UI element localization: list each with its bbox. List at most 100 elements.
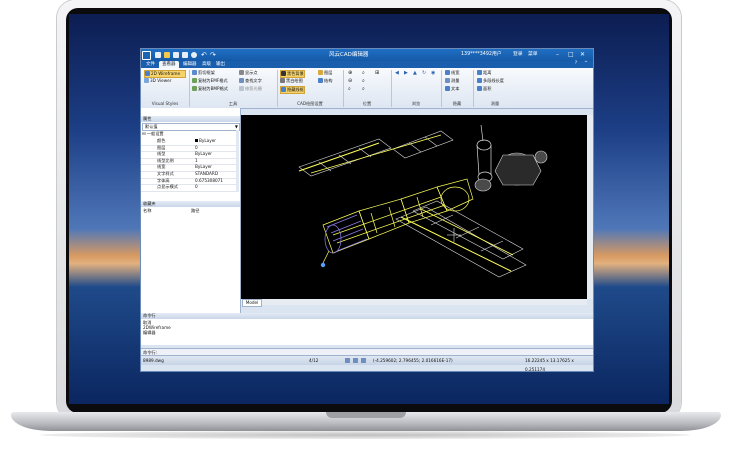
3d-viewer-icon — [144, 78, 149, 83]
print-icon[interactable] — [173, 52, 179, 58]
laptop-notch — [326, 412, 406, 418]
refresh-icon[interactable]: ↻ — [422, 70, 426, 76]
app-logo-icon — [142, 50, 151, 60]
area-button[interactable]: 面积 — [477, 86, 491, 92]
redo-icon[interactable]: ↷ — [210, 51, 216, 59]
properties-scrollbar[interactable] — [236, 130, 239, 192]
vertical-scrollbar[interactable] — [587, 115, 593, 299]
tab-advanced[interactable]: 高级 — [199, 61, 214, 68]
tab-file[interactable]: 文件 — [143, 61, 158, 68]
minimize-ribbon-icon[interactable]: ^ — [583, 61, 589, 67]
copy-emf-button[interactable]: 复制为EMF格式 — [192, 78, 228, 84]
copy-bmp-button[interactable]: 复制为BMP格式 — [192, 86, 228, 92]
black-white-button[interactable]: 黑白绘图 — [280, 78, 303, 84]
layers-icon — [318, 70, 323, 75]
horizontal-scrollbar[interactable] — [241, 299, 587, 305]
distance-icon — [477, 70, 482, 75]
text-button[interactable]: 文本 — [445, 86, 459, 92]
open-icon[interactable] — [164, 52, 170, 58]
zoom-realtime-icon[interactable]: ⌕ — [362, 86, 365, 92]
settings-icon[interactable] — [191, 52, 197, 58]
minimize-icon[interactable]: – — [556, 49, 559, 61]
black-background-button[interactable]: 黑色背景 — [280, 70, 305, 78]
polyline-length-button[interactable]: 多段线长度 — [477, 78, 504, 84]
menu-link[interactable]: 菜单 — [528, 49, 538, 61]
hide-measure-button[interactable]: 测量 — [445, 78, 459, 84]
help-icon[interactable]: ? — [573, 61, 579, 67]
zoom-out-icon[interactable]: ⊖ — [348, 78, 352, 84]
layers-button[interactable]: 图层 — [318, 70, 332, 76]
drawing-viewport[interactable] — [241, 115, 587, 299]
save-icon[interactable] — [155, 52, 161, 58]
arrow-up-icon[interactable]: ▲ — [413, 70, 417, 76]
model-tab[interactable]: Model — [242, 299, 262, 307]
ruler-icon — [445, 78, 450, 83]
group-label-browse: 浏览 — [411, 101, 421, 106]
find-text-button[interactable]: 查找文字 — [239, 78, 262, 84]
antenna-arm — [322, 250, 330, 264]
background-icon — [281, 71, 286, 76]
zoom-window-icon[interactable]: ⌕ — [348, 86, 351, 92]
zoom-extents-icon[interactable]: ⌕ — [362, 70, 365, 76]
clip-icon — [192, 70, 197, 75]
lineweight-button[interactable]: 线宽 — [445, 70, 459, 76]
favorites-column-name[interactable]: 名称 — [143, 208, 151, 214]
show-points-button[interactable]: 显示点 — [239, 70, 258, 76]
clip-frame-button[interactable]: 剪切框架 — [192, 70, 215, 76]
status-file: 8989.dwg — [143, 358, 164, 363]
area-icon — [477, 86, 482, 91]
properties-dropdown[interactable]: 默认值 ▼ — [142, 123, 240, 131]
status-bar: 8989.dwg 4/12 (-4.259602; 2.796455; 2.01… — [141, 355, 593, 372]
property-row[interactable]: 点显示模式 0 — [141, 184, 236, 192]
lineweight-icon — [445, 70, 450, 75]
preview-icon[interactable] — [182, 52, 188, 58]
group-label-hide: 隐藏 — [452, 101, 462, 106]
ortho-icon[interactable] — [361, 358, 366, 363]
status-dimensions: 16.22245 x 13.17625 x 0.251174 — [525, 358, 574, 372]
zoom-in-icon[interactable]: ⊕ — [348, 70, 352, 76]
login-link[interactable]: 登录 — [513, 49, 523, 61]
tab-editor[interactable]: 编辑器 — [180, 61, 200, 68]
section-general[interactable]: ⊟ 一般设置 — [142, 131, 164, 137]
grid-icon[interactable] — [353, 358, 358, 363]
ribbon: 2D Wireframe 3D Viewer Visual Styles 剪切框… — [141, 68, 593, 109]
snap-icon[interactable] — [345, 358, 350, 363]
close-icon[interactable]: ✕ — [580, 49, 585, 61]
space-station-drawing — [298, 124, 548, 278]
structure-icon — [318, 78, 323, 83]
structure-button[interactable]: 结构 — [318, 78, 332, 84]
distance-button[interactable]: 距离 — [477, 70, 491, 76]
antenna-node — [320, 262, 326, 268]
hide-lines-icon — [281, 87, 286, 92]
tab-output[interactable]: 输出 — [213, 61, 228, 68]
text-icon — [445, 86, 450, 91]
maximize-icon[interactable]: □ — [568, 49, 574, 61]
orbit-icon[interactable]: ◉ — [431, 70, 435, 76]
group-label-tools: 工具 — [228, 101, 238, 106]
zoom-all-icon[interactable]: ⊞ — [375, 70, 379, 76]
command-input[interactable]: 命令行: — [141, 348, 593, 355]
3d-viewer-button[interactable]: 3D Viewer — [144, 78, 171, 84]
hide-lines-button[interactable]: 隐藏线框 — [280, 86, 305, 94]
zoom-previous-icon[interactable]: ⌕ — [362, 78, 365, 84]
favorites-header: 收藏夹 — [141, 201, 240, 207]
arrow-left-icon[interactable]: ◀ — [395, 70, 399, 76]
group-label-visual-styles: Visual Styles — [151, 101, 179, 106]
solar-array-top — [298, 130, 454, 177]
2d-wireframe-button[interactable]: 2D Wireframe — [144, 70, 186, 78]
find-icon — [239, 78, 244, 83]
window-title: 风云CAD编辑器 — [329, 52, 369, 58]
trim-raster-button[interactable]: 修剪光栅 — [239, 86, 262, 92]
left-panel: 属性 默认值 ▼ ⊟ 一般设置 颜色 ByLayer 图层 0 线型 ByLayer … — [141, 108, 241, 317]
status-page: 4/12 — [309, 358, 319, 363]
arrow-right-icon[interactable]: ▶ — [404, 70, 408, 76]
favorites-column-path[interactable]: 路径 — [191, 208, 199, 214]
command-line: 编辑器 — [143, 330, 156, 335]
upper-module — [476, 124, 493, 183]
bw-icon — [280, 78, 285, 83]
user-name[interactable]: 139****3492用户 — [461, 49, 502, 61]
tab-viewer[interactable]: 查看器 — [159, 61, 179, 68]
collapse-icon: ⊟ — [142, 131, 146, 136]
undo-icon[interactable]: ↶ — [201, 51, 207, 59]
group-label-cad-settings: CAD绘图设置 — [297, 101, 323, 106]
